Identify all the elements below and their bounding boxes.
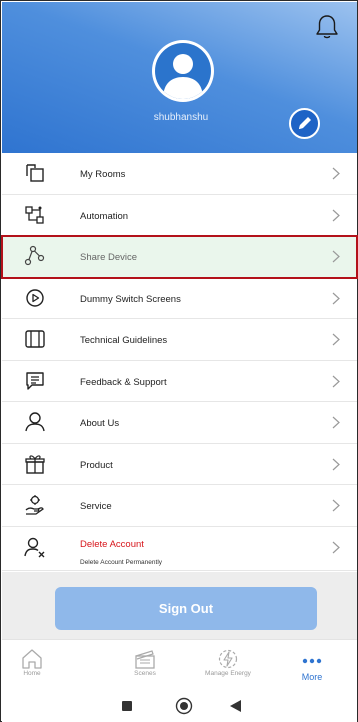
menu-item-delete-account[interactable]: Delete Account Delete Account Permanentl… xyxy=(2,527,357,571)
energy-icon xyxy=(218,649,238,669)
menu-item-label: Dummy Switch Screens xyxy=(80,293,181,305)
home-icon xyxy=(22,649,42,669)
play-circle-icon xyxy=(26,288,44,307)
more-dots-icon xyxy=(302,658,322,664)
home-circle-icon[interactable] xyxy=(175,697,193,715)
feedback-icon xyxy=(26,371,44,390)
chevron-right-icon xyxy=(332,292,340,304)
bell-icon[interactable] xyxy=(314,13,340,41)
tab-label: Manage Energy xyxy=(205,670,251,677)
chevron-right-icon xyxy=(332,250,340,263)
tab-label: Scenes xyxy=(134,670,156,677)
menu-item-service[interactable]: Service xyxy=(2,485,357,527)
tab-scenes[interactable]: Scenes xyxy=(115,640,175,690)
chevron-right-icon xyxy=(332,333,340,346)
menu-item-share-device[interactable]: Share Device xyxy=(1,235,358,279)
delete-account-label: Delete Account xyxy=(80,538,144,550)
delete-account-sublabel: Delete Account Permanently xyxy=(80,558,163,566)
menu-list: My Rooms Automation Share Device Dummy S… xyxy=(1,153,358,571)
pencil-icon xyxy=(299,117,311,129)
back-triangle-icon[interactable] xyxy=(229,699,242,713)
menu-item-label: Feedback & Support xyxy=(80,376,167,388)
chevron-right-icon xyxy=(332,167,340,180)
chevron-right-icon xyxy=(332,375,340,387)
menu-item-label: About Us xyxy=(80,418,120,429)
menu-item-about-us[interactable]: About Us xyxy=(2,402,357,444)
chevron-right-icon xyxy=(332,416,340,429)
bottom-tab-bar: Home Scenes Manage Energy More xyxy=(2,639,357,689)
chevron-right-icon xyxy=(332,499,340,512)
tab-home[interactable]: Home xyxy=(2,640,62,690)
edit-profile-button[interactable] xyxy=(289,108,320,139)
tab-manage-energy[interactable]: Manage Energy xyxy=(198,640,258,690)
book-icon xyxy=(25,330,45,348)
rooms-icon xyxy=(26,164,44,182)
menu-item-label: Technical Guidelines xyxy=(80,335,168,346)
menu-item-label: Product xyxy=(80,459,113,471)
menu-item-technical-guidelines[interactable]: Technical Guidelines xyxy=(2,319,357,361)
menu-item-my-rooms[interactable]: My Rooms xyxy=(2,153,357,195)
share-device-icon xyxy=(24,245,45,266)
chevron-right-icon xyxy=(332,541,340,553)
chevron-right-icon xyxy=(332,209,340,221)
tab-label: More xyxy=(301,672,323,682)
menu-item-product[interactable]: Product xyxy=(2,444,357,485)
menu-item-label: My Rooms xyxy=(80,169,126,180)
menu-item-feedback-support[interactable]: Feedback & Support xyxy=(2,361,357,402)
menu-item-label: Automation xyxy=(80,210,129,222)
sign-out-button[interactable]: Sign Out xyxy=(55,587,317,630)
clapper-icon xyxy=(135,650,155,669)
recents-square-icon[interactable] xyxy=(121,700,133,712)
avatar[interactable] xyxy=(152,40,214,102)
tab-label: Home xyxy=(23,670,41,677)
menu-item-label: Service xyxy=(80,501,112,512)
person-icon xyxy=(25,412,45,432)
menu-item-label: Share Device xyxy=(80,252,138,263)
profile-header: shubhanshu xyxy=(2,2,357,153)
service-icon xyxy=(25,495,44,515)
delete-user-icon xyxy=(24,537,45,557)
menu-item-dummy-switch-screens[interactable]: Dummy Switch Screens xyxy=(2,278,357,319)
gift-icon xyxy=(25,454,45,474)
tab-more[interactable]: More xyxy=(282,640,342,690)
system-nav-bar xyxy=(2,689,357,722)
user-silhouette-icon xyxy=(155,43,211,99)
chevron-right-icon xyxy=(332,458,340,470)
phone-screen: shubhanshu My Rooms Automation Share Dev… xyxy=(0,0,358,722)
menu-item-automation[interactable]: Automation xyxy=(2,195,357,236)
automation-icon xyxy=(25,205,44,224)
